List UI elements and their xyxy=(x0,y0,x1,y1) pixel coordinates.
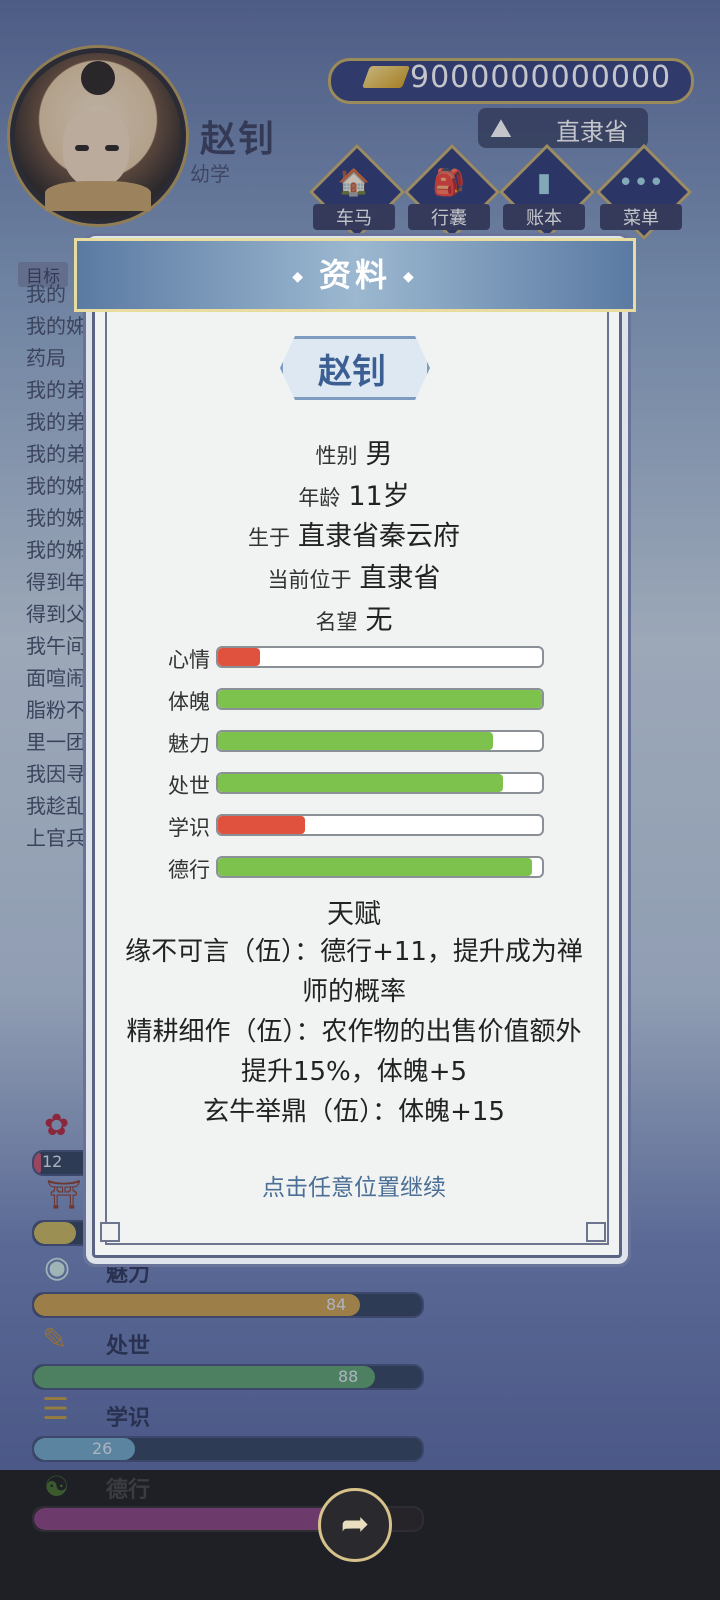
stat-label-mood: 心情 xyxy=(168,648,210,672)
stat-fill xyxy=(218,858,533,876)
info-value: 无 xyxy=(365,605,393,636)
stat-label-physique: 体魄 xyxy=(168,690,210,714)
stat-bar-social xyxy=(216,772,544,794)
dialog-title: ◆ 资料 ◆ xyxy=(74,250,636,296)
info-location: 当前位于 直隶省 xyxy=(92,556,616,595)
stat-bar-physique xyxy=(216,688,544,710)
info-gender: 性别男 xyxy=(92,432,616,471)
stat-fill xyxy=(218,690,542,708)
bg-stat-label: 德行 xyxy=(106,1478,151,1503)
share-icon: ➦ xyxy=(340,1504,370,1544)
talent-list: 缘不可言（伍）：德行+11，提升成为禅师的概率 精耕细作（伍）：农作物的出售价值… xyxy=(122,932,586,1132)
stat-bar-charm xyxy=(216,730,544,752)
talent-item: 玄牛举鼎（伍）：体魄+15 xyxy=(203,1097,505,1127)
info-value: 11岁 xyxy=(348,481,410,512)
info-key: 性别 xyxy=(315,444,358,468)
stat-fill xyxy=(218,648,261,666)
corner-ornament xyxy=(586,1222,606,1242)
info-key: 生于 xyxy=(248,526,290,550)
info-value: 直隶省 xyxy=(359,563,441,594)
info-value: 男 xyxy=(365,439,393,470)
info-fame: 名望无 xyxy=(92,598,616,637)
talent-title: 天赋 xyxy=(327,899,381,930)
stat-fill xyxy=(218,774,504,792)
stat-label-charm: 魅力 xyxy=(168,732,210,756)
stat-bar-virtue xyxy=(216,856,544,878)
corner-ornament xyxy=(100,1222,120,1242)
stat-label-knowledge: 学识 xyxy=(168,816,210,840)
dot-icon: ◆ xyxy=(403,269,418,285)
talent-item: 缘不可言（伍）：德行+11，提升成为禅师的概率 xyxy=(125,937,583,1007)
dot-icon: ◆ xyxy=(292,269,307,285)
info-key: 年龄 xyxy=(298,486,341,510)
info-value: 直隶省秦云府 xyxy=(298,521,460,552)
stat-fill xyxy=(218,732,494,750)
character-name: 赵钊 xyxy=(318,352,386,392)
stat-bar-mood xyxy=(216,646,544,668)
talent-item: 精耕细作（伍）：农作物的出售价值额外提升15%，体魄+5 xyxy=(126,1017,582,1087)
stat-label-virtue: 德行 xyxy=(168,858,210,882)
info-age: 年龄 11岁 xyxy=(92,474,616,513)
dialog-title-text: 资料 xyxy=(318,256,391,294)
continue-hint[interactable]: 点击任意位置继续 xyxy=(92,1168,616,1202)
virtue-icon: ☯ xyxy=(44,1470,70,1503)
info-birthplace: 生于 直隶省秦云府 xyxy=(92,514,616,553)
info-key: 名望 xyxy=(315,610,358,634)
info-key: 当前位于 xyxy=(267,568,352,592)
stat-label-social: 处世 xyxy=(168,774,210,798)
share-button[interactable]: ➦ xyxy=(318,1488,392,1562)
stat-fill xyxy=(218,816,306,834)
stat-bar-knowledge xyxy=(216,814,544,836)
